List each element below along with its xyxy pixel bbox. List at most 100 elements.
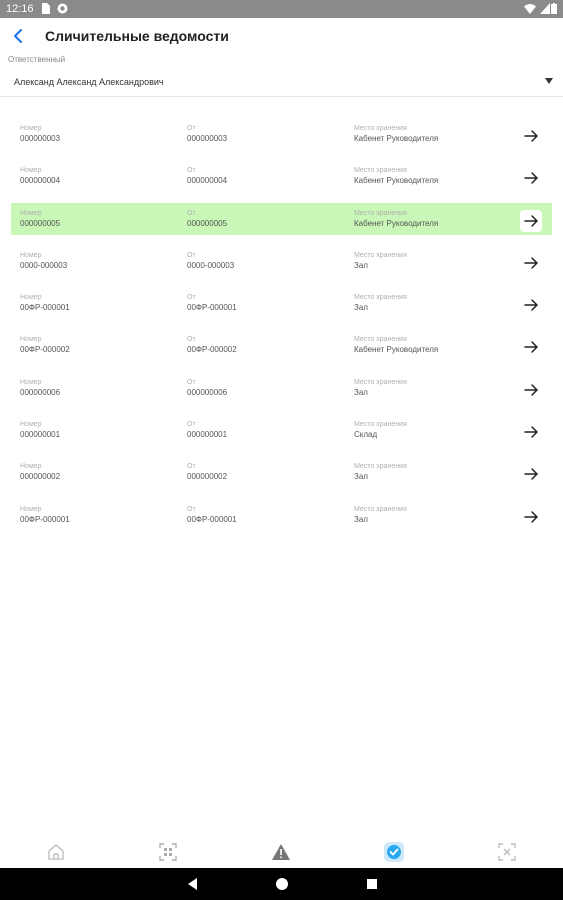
- cell-label-from: От: [187, 463, 196, 471]
- cell-number: Номер 000000006: [20, 378, 60, 398]
- warning-icon[interactable]: [271, 842, 291, 862]
- cell-label-number: Номер: [20, 421, 42, 429]
- cell-storage: Место хранения Зал: [354, 505, 407, 525]
- cell-number: Номер 000000003: [20, 124, 60, 144]
- cell-storage: Место хранения Зал: [354, 378, 407, 398]
- list-item[interactable]: Номер 00ФР-000001 От 00ФР-000001 Место хране…: [0, 491, 563, 533]
- signal-icon: [540, 3, 550, 14]
- open-arrow-icon[interactable]: [520, 167, 542, 189]
- list-item[interactable]: Номер 00ФР-000002 От 00ФР-000002 Место хране…: [0, 321, 563, 363]
- cell-value-from: 000000005: [187, 218, 228, 228]
- cell-value-storage: Зал: [354, 260, 368, 270]
- system-back-icon[interactable]: [185, 876, 199, 892]
- cell-number: Номер 000000001: [20, 420, 60, 440]
- cell-number: Номер 00ФР-000001: [20, 293, 70, 313]
- cell-value-number: 000000001: [20, 430, 61, 440]
- cell-from: От 000000003: [187, 124, 227, 144]
- cell-value-storage: Кабенет Руководителя: [354, 134, 439, 143]
- cell-storage: Место хранения Кабенет Руководителя: [354, 209, 438, 229]
- cell-label-storage: Место хранения: [354, 125, 407, 132]
- cell-label-number: Номер: [20, 167, 42, 175]
- cell-value-storage: Кабенет Руководителя: [354, 345, 439, 355]
- cell-label-storage: Место хранения: [354, 336, 407, 344]
- cell-value-number: 00ФР-000002: [20, 345, 70, 355]
- cell-label-from: От: [187, 336, 196, 344]
- cell-from: От 0000-000003: [187, 251, 234, 271]
- battery-icon: [551, 3, 557, 14]
- cell-value-number: 000000003: [20, 134, 61, 143]
- sim-card-icon: [42, 3, 50, 14]
- cell-value-storage: Зал: [354, 514, 368, 524]
- cell-storage: Место хранения Зал: [354, 462, 407, 482]
- list-item[interactable]: Номер 000000001 От 000000001 Место хранения С…: [0, 406, 563, 448]
- cell-label-from: От: [187, 294, 196, 302]
- open-arrow-icon[interactable]: [520, 336, 542, 358]
- cell-label-storage: Место хранения: [354, 294, 407, 302]
- responsible-select[interactable]: Александ Александ Александрович: [0, 66, 563, 97]
- cell-storage: Место хранения Кабенет Руководителя: [354, 335, 438, 355]
- app-bar: Сличительные ведомости: [0, 18, 563, 56]
- cell-label-storage: Место хранения: [354, 378, 407, 386]
- scan-cancel-icon[interactable]: [497, 842, 517, 862]
- open-arrow-icon[interactable]: [520, 421, 542, 443]
- cell-value-from: 000000001: [187, 430, 228, 440]
- open-arrow-icon[interactable]: [520, 463, 542, 485]
- list-item[interactable]: Номер 000000004 От 000000004 Место хранения К…: [0, 152, 563, 194]
- check-circle-icon[interactable]: [384, 842, 404, 862]
- list-item[interactable]: Номер 0000-000003 От 0000-000003 Место хране…: [0, 237, 563, 279]
- list-item[interactable]: Номер 000000002 От 000000002 Место хранения З…: [0, 448, 563, 490]
- cell-number: Номер 00ФР-000002: [20, 335, 70, 355]
- cloud-sync-icon: [57, 3, 68, 14]
- list-item[interactable]: Номер 00ФР-000001 От 00ФР-000001 Место хране…: [0, 279, 563, 321]
- cell-number: Номер 0000-000003: [20, 251, 67, 271]
- cell-from: От 000000006: [187, 378, 227, 398]
- cell-label-from: От: [187, 125, 196, 132]
- wifi-icon: [524, 4, 536, 14]
- list-item[interactable]: Номер 000000006 От 000000006 Место хранения З…: [0, 364, 563, 406]
- cell-from: От 000000004: [187, 166, 227, 186]
- system-recents-icon[interactable]: [365, 876, 379, 892]
- cell-value-number: 000000005: [20, 218, 61, 228]
- open-arrow-icon[interactable]: [520, 252, 542, 274]
- cell-value-from: 000000006: [187, 387, 228, 397]
- open-arrow-icon[interactable]: [520, 294, 542, 316]
- selected-row-highlight: [11, 202, 552, 235]
- system-home-icon[interactable]: [274, 876, 290, 892]
- cell-value-number: 000000002: [20, 472, 61, 482]
- cell-label-number: Номер: [20, 294, 42, 302]
- cell-value-storage: Зал: [354, 387, 368, 397]
- cell-value-from: 00ФР-000001: [187, 303, 237, 313]
- cell-label-storage: Место хранения: [354, 209, 407, 217]
- qr-scan-icon[interactable]: [158, 842, 178, 862]
- cell-label-from: От: [187, 251, 196, 259]
- cell-label-from: От: [187, 167, 196, 175]
- cell-value-from: 000000004: [187, 176, 228, 186]
- cell-number: Номер 000000005: [20, 209, 60, 229]
- list-item[interactable]: Номер 000000005 От 000000005 Место хранения К…: [0, 195, 563, 237]
- open-arrow-icon[interactable]: [520, 125, 542, 147]
- cell-value-storage: Зал: [354, 303, 368, 313]
- cell-label-number: Номер: [20, 125, 42, 132]
- cell-value-number: 0000-000003: [20, 260, 68, 270]
- open-arrow-icon[interactable]: [520, 209, 542, 232]
- cell-number: Номер 000000002: [20, 462, 60, 482]
- responsible-label: Ответственный: [8, 55, 66, 64]
- open-arrow-icon[interactable]: [520, 506, 542, 528]
- list-item[interactable]: Номер 000000003 От 000000003 Место хранения К…: [0, 110, 563, 152]
- cell-value-from: 000000003: [187, 134, 228, 143]
- cell-value-number: 000000004: [20, 176, 61, 186]
- cell-label-number: Номер: [20, 336, 42, 344]
- cell-label-number: Номер: [20, 251, 42, 259]
- cell-number: Номер 00ФР-000001: [20, 505, 70, 525]
- dropdown-caret-icon: [545, 78, 553, 84]
- cell-value-storage: Кабенет Руководителя: [354, 218, 439, 228]
- cell-value-number: 00ФР-000001: [20, 303, 70, 313]
- cell-storage: Место хранения Зал: [354, 251, 407, 271]
- cell-label-storage: Место хранения: [354, 167, 407, 175]
- back-arrow-icon[interactable]: [8, 24, 30, 48]
- cell-value-number: 00ФР-000001: [20, 514, 70, 524]
- cell-from: От 000000002: [187, 462, 227, 482]
- home-icon[interactable]: [46, 842, 66, 862]
- open-arrow-icon[interactable]: [520, 379, 542, 401]
- cell-value-number: 000000006: [20, 387, 61, 397]
